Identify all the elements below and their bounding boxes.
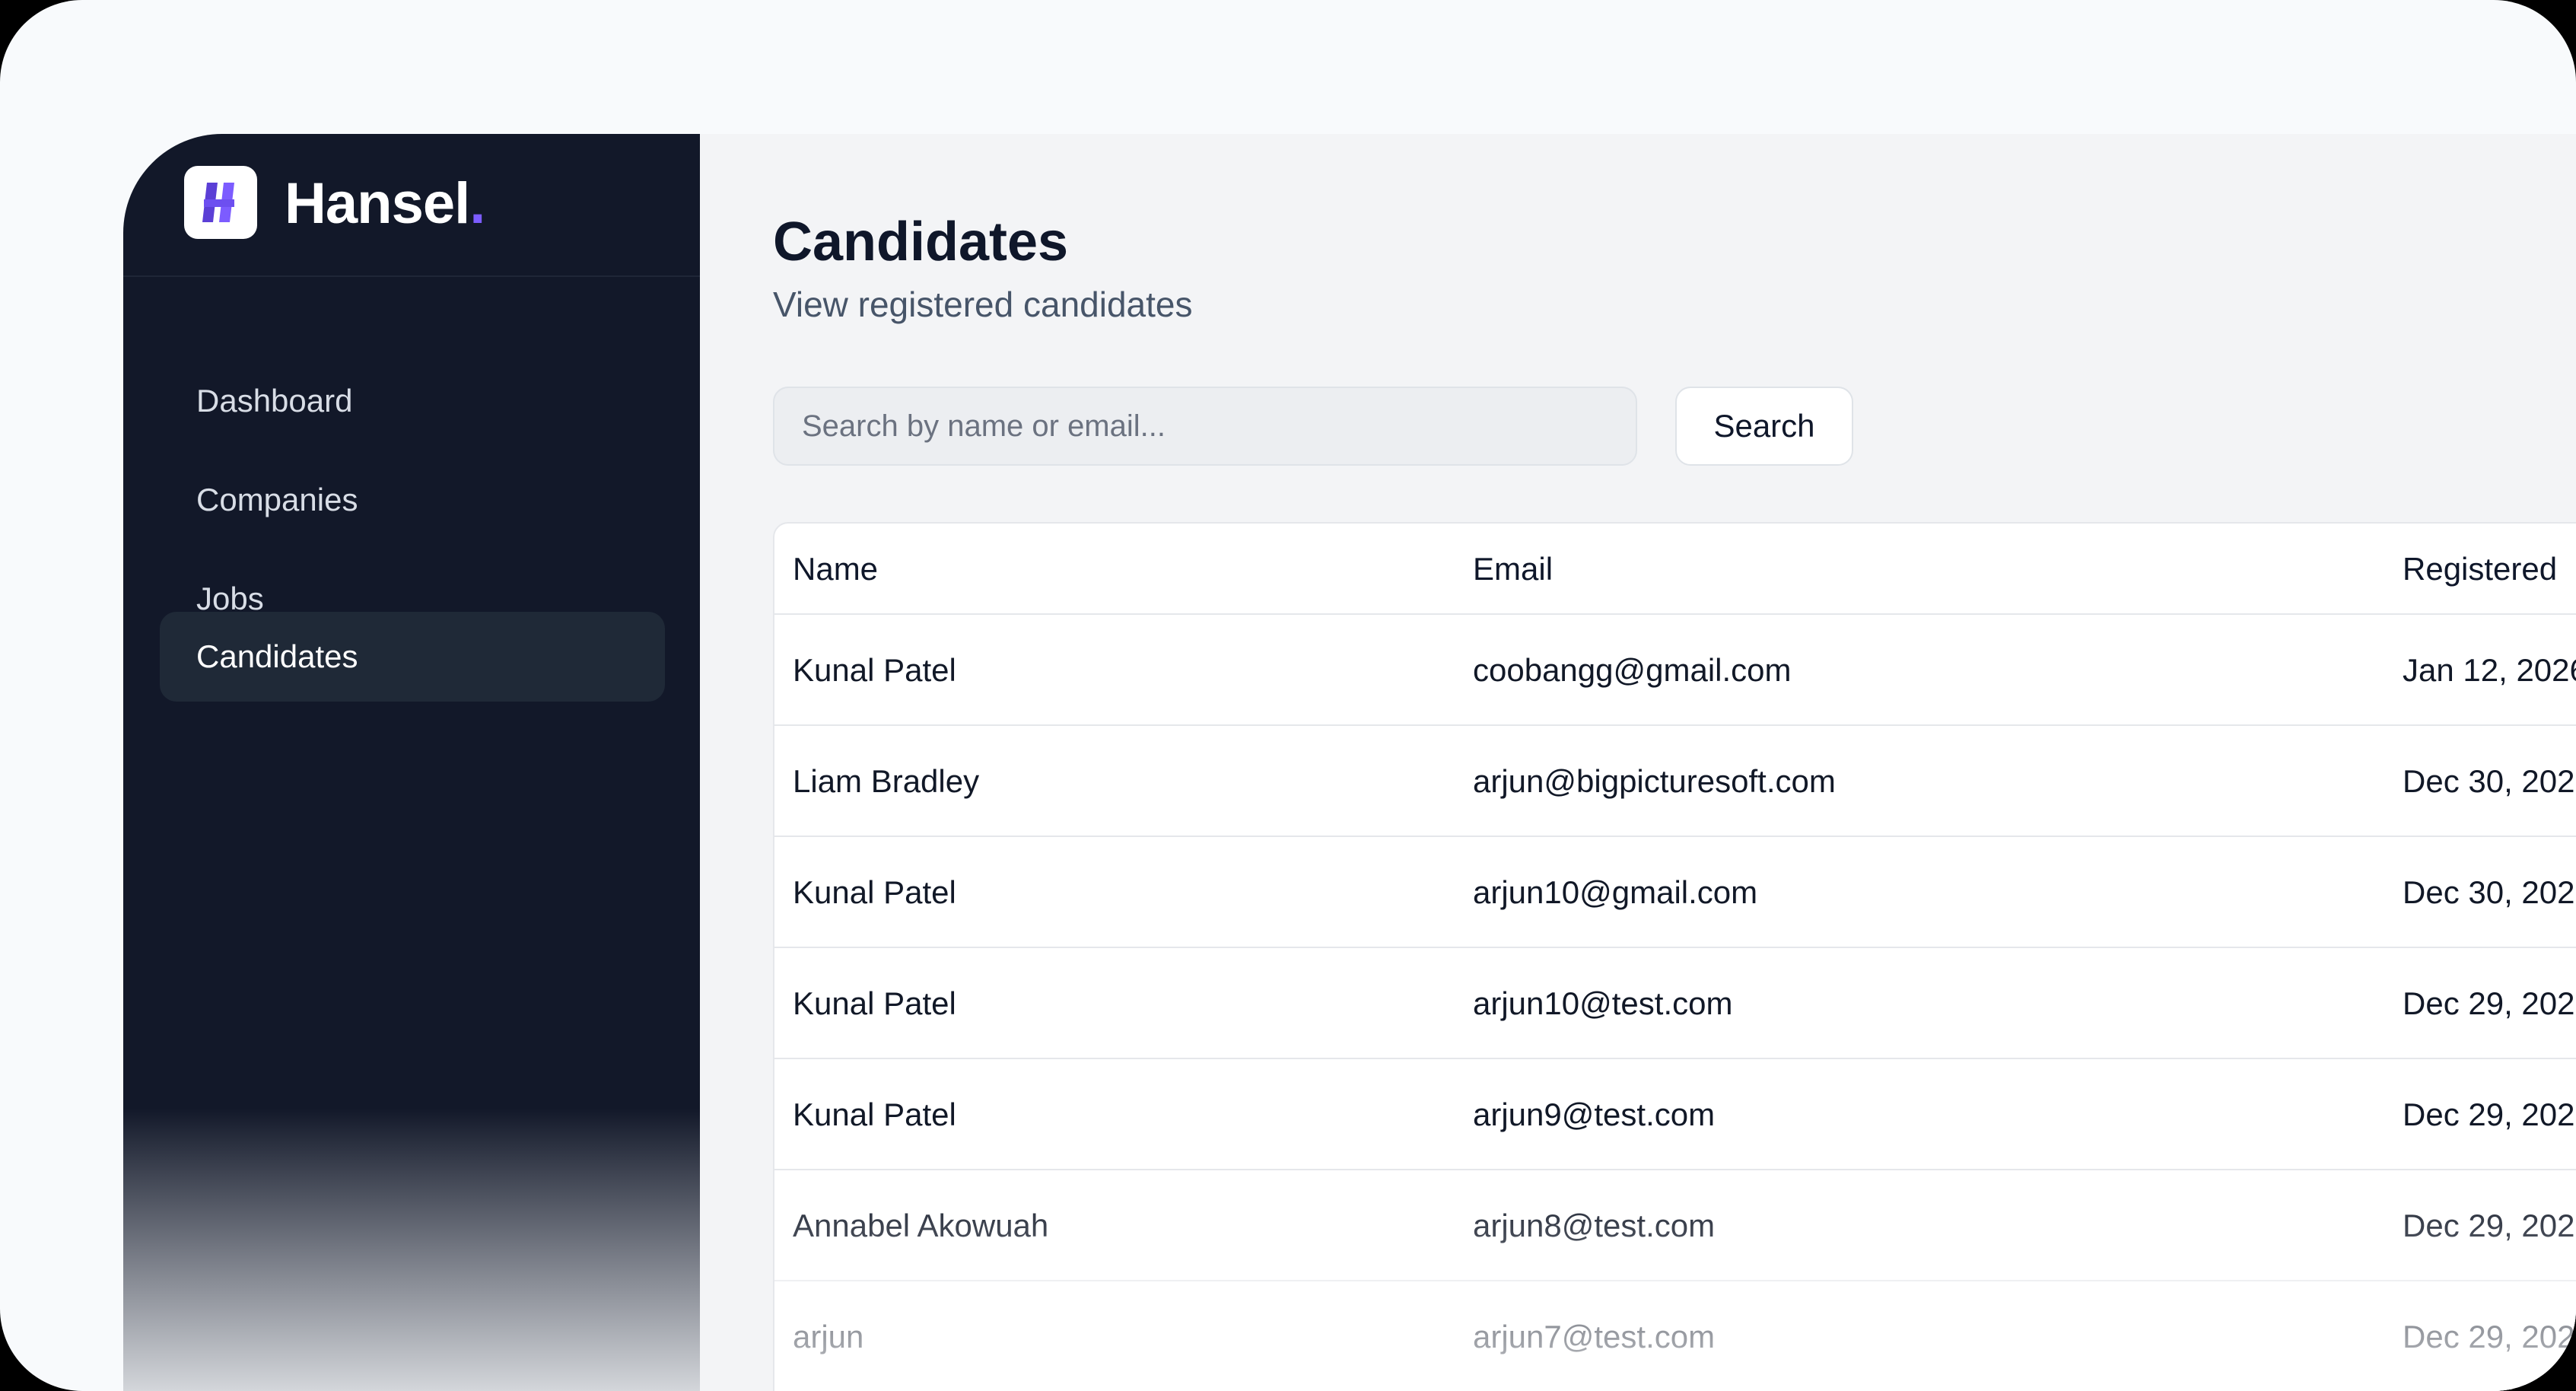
brand-header: Hansel.	[123, 134, 700, 277]
candidate-registered-date: Dec 29, 2025	[2403, 1319, 2576, 1354]
search-input[interactable]	[773, 387, 1637, 466]
app-window: Hansel. Dashboard Companies Jobs Candida…	[123, 134, 2576, 1391]
candidate-name: Kunal Patel	[793, 1097, 956, 1132]
candidate-email: coobangg@gmail.com	[1473, 652, 1792, 688]
main-content: Candidates View registered candidates Se…	[700, 134, 2576, 1391]
candidate-name: Liam Bradley	[793, 763, 980, 799]
candidate-email: arjun7@test.com	[1473, 1319, 1716, 1354]
sidebar-item-companies[interactable]: Companies	[160, 455, 665, 545]
candidate-email: arjun@bigpicturesoft.com	[1473, 763, 1836, 799]
table-row[interactable]: Liam Bradley arjun@bigpicturesoft.com De…	[774, 726, 2576, 837]
page-subtitle: View registered candidates	[773, 285, 1193, 324]
candidate-name: Annabel Akowuah	[793, 1208, 1049, 1243]
brand-dot: .	[469, 171, 485, 236]
table-row[interactable]: Kunal Patel arjun10@test.com Dec 29, 202…	[774, 948, 2576, 1059]
page-title: Candidates	[773, 212, 1069, 272]
table-row[interactable]: arjun arjun7@test.com Dec 29, 2025	[774, 1281, 2576, 1391]
candidate-email: arjun8@test.com	[1473, 1208, 1716, 1243]
sidebar-item-candidates[interactable]: Candidates	[160, 612, 665, 702]
screenshot-frame: Hansel. Dashboard Companies Jobs Candida…	[0, 0, 2576, 1391]
column-header-name[interactable]: Name	[793, 524, 878, 615]
candidate-email: arjun10@gmail.com	[1473, 874, 1758, 910]
candidate-registered-date: Dec 30, 2025	[2403, 763, 2576, 799]
candidate-email: arjun9@test.com	[1473, 1097, 1716, 1132]
candidate-registered-date: Jan 12, 2026	[2403, 652, 2576, 688]
brand-name[interactable]: Hansel.	[285, 170, 485, 237]
column-header-registered[interactable]: Registered	[2403, 524, 2557, 615]
table-row[interactable]: Kunal Patel arjun10@gmail.com Dec 30, 20…	[774, 837, 2576, 948]
candidate-name: Kunal Patel	[793, 985, 956, 1021]
candidate-registered-date: Dec 29, 2025	[2403, 1097, 2576, 1132]
candidate-name: Kunal Patel	[793, 874, 956, 910]
candidate-registered-date: Dec 30, 2025	[2403, 874, 2576, 910]
candidate-email: arjun10@test.com	[1473, 985, 1733, 1021]
table-header-row: Name Email Registered	[774, 524, 2576, 615]
sidebar-fade-overlay	[123, 1108, 700, 1391]
hansel-logo-icon[interactable]	[184, 166, 257, 239]
candidate-registered-date: Dec 29, 2025	[2403, 1208, 2576, 1243]
brand-name-text: Hansel	[285, 171, 470, 236]
search-button[interactable]: Search	[1675, 387, 1853, 466]
table-row[interactable]: Annabel Akowuah arjun8@test.com Dec 29, …	[774, 1170, 2576, 1281]
candidates-table: Name Email Registered Kunal Patel cooban…	[773, 522, 2576, 1391]
sidebar: Hansel. Dashboard Companies Jobs Candida…	[123, 134, 700, 1391]
candidate-name: Kunal Patel	[793, 652, 956, 688]
candidate-registered-date: Dec 29, 2025	[2403, 985, 2576, 1021]
table-row[interactable]: Kunal Patel coobangg@gmail.com Jan 12, 2…	[774, 615, 2576, 726]
table-row[interactable]: Kunal Patel arjun9@test.com Dec 29, 2025	[774, 1059, 2576, 1170]
sidebar-item-dashboard[interactable]: Dashboard	[160, 356, 665, 446]
column-header-email[interactable]: Email	[1473, 524, 1553, 615]
candidate-name: arjun	[793, 1319, 864, 1354]
